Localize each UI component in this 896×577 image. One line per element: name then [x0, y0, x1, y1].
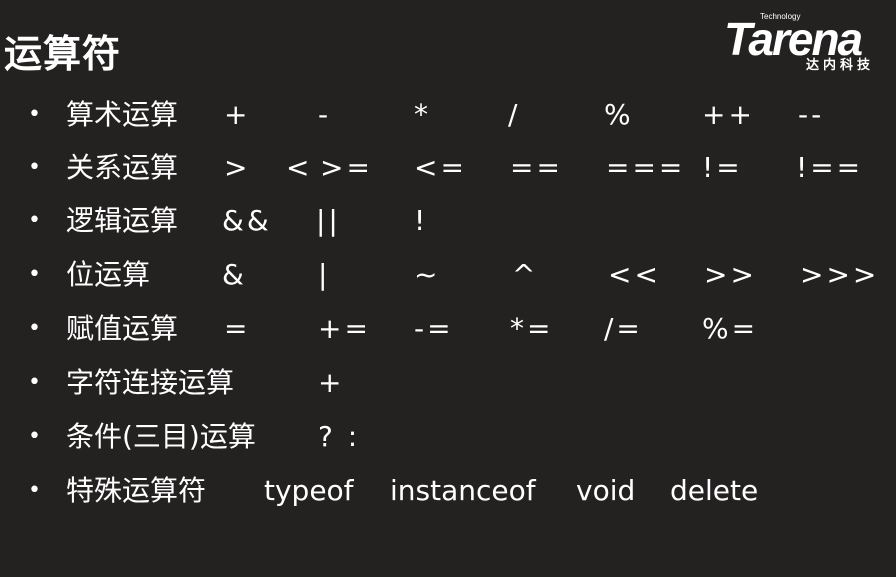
- operator: ||: [316, 204, 341, 237]
- operator: ? :: [318, 420, 361, 453]
- operator: <<: [608, 258, 661, 291]
- operator: -=: [414, 312, 454, 345]
- operator: -: [318, 98, 332, 131]
- operator: --: [798, 98, 825, 131]
- list-item: • 赋值运算 = += -= *= /= %=: [0, 302, 896, 356]
- row-label: 位运算: [66, 258, 151, 291]
- operator: !==: [796, 151, 864, 184]
- operator: +: [224, 98, 251, 131]
- operator: ^: [512, 258, 539, 291]
- bullet: •: [28, 155, 41, 180]
- bullet: •: [28, 370, 41, 395]
- bullet: •: [28, 262, 41, 287]
- operator: ==: [510, 151, 563, 184]
- bullet: •: [28, 478, 41, 503]
- operator: >: [224, 151, 251, 184]
- list-item: • 字符连接运算 +: [0, 356, 896, 410]
- operator: +=: [318, 312, 371, 345]
- operator: ++: [702, 98, 755, 131]
- operator: *=: [510, 312, 554, 345]
- operator: |: [318, 258, 331, 291]
- row-label: 条件(三目)运算: [66, 420, 256, 453]
- row-label: 特殊运算符: [66, 474, 207, 507]
- operator: delete: [670, 474, 759, 507]
- operator: %=: [702, 312, 759, 345]
- row-label: 逻辑运算: [66, 204, 179, 237]
- operator: ===: [606, 151, 686, 184]
- operator: <: [286, 151, 313, 184]
- operator: !=: [702, 151, 743, 184]
- operator: &&: [222, 204, 272, 237]
- operator: <=: [414, 151, 467, 184]
- operator: %: [604, 98, 634, 131]
- list-item: • 条件(三目)运算 ? :: [0, 410, 896, 464]
- operator: typeof: [264, 474, 354, 507]
- list-item: • 逻辑运算 && || !: [0, 194, 896, 248]
- operator: /=: [604, 312, 643, 345]
- operator: =: [224, 312, 251, 345]
- operator: instanceof: [390, 474, 536, 507]
- list-item: • 特殊运算符 typeof instanceof void delete: [0, 464, 896, 518]
- bullet: •: [28, 208, 41, 233]
- tarena-logo: Technology Tarena 达内科技: [722, 12, 890, 73]
- operator: ~: [414, 258, 441, 291]
- list-item: • 位运算 & | ~ ^ << >> >>>: [0, 248, 896, 302]
- bullet: •: [28, 316, 41, 341]
- operator: +: [318, 366, 345, 399]
- logo-chinese: 达内科技: [806, 58, 875, 73]
- bullet: •: [28, 102, 41, 127]
- slide-title: 运算符: [4, 32, 122, 76]
- operator: &: [222, 258, 247, 291]
- row-label: 字符连接运算: [66, 366, 235, 399]
- operator: *: [414, 98, 431, 131]
- bullet: •: [28, 424, 41, 449]
- list-item: • 关系运算 > < >= <= == === != !==: [0, 141, 896, 195]
- operator: void: [576, 474, 636, 507]
- row-label: 算术运算: [66, 98, 179, 131]
- operator: !: [414, 204, 429, 237]
- operator: >>: [704, 258, 757, 291]
- row-label: 赋值运算: [66, 312, 179, 345]
- operator: >=: [320, 151, 373, 184]
- row-label: 关系运算: [66, 151, 179, 184]
- operator: /: [508, 98, 521, 131]
- list-item: • 算术运算 + - * / % ++ --: [0, 88, 896, 142]
- operator: >>>: [800, 258, 880, 291]
